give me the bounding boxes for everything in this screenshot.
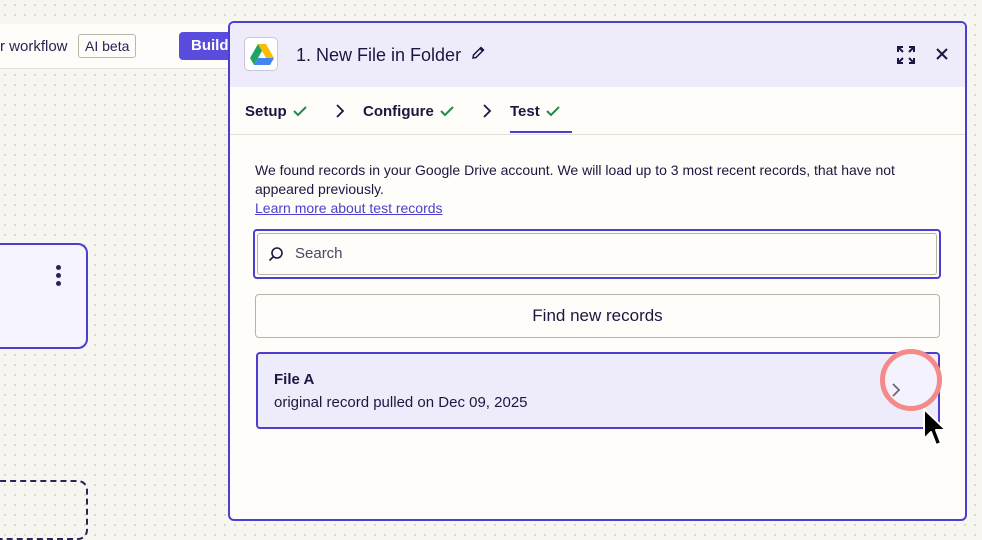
- test-description: We found records in your Google Drive ac…: [255, 162, 895, 197]
- active-tab-indicator: [510, 131, 572, 133]
- tab-test[interactable]: Test: [510, 103, 560, 120]
- expand-icon[interactable]: [896, 45, 916, 70]
- search-icon: [267, 246, 285, 269]
- chevron-right-icon: [336, 104, 345, 118]
- edit-title-pencil-icon[interactable]: [470, 45, 486, 66]
- search-placeholder: Search: [295, 245, 343, 262]
- step-title: 1. New File in Folder: [296, 45, 462, 65]
- workflow-step-card[interactable]: [0, 243, 88, 349]
- record-subtitle: original record pulled on Dec 09, 2025: [274, 394, 528, 411]
- record-name: File A: [274, 371, 315, 388]
- step-tabs: Setup Configure Test: [230, 87, 965, 135]
- tab-setup[interactable]: Setup: [245, 103, 307, 120]
- click-highlight-ring: [880, 349, 942, 411]
- mouse-pointer-icon: [923, 408, 947, 446]
- learn-more-link[interactable]: Learn more about test records: [255, 200, 443, 216]
- check-icon: [546, 106, 560, 117]
- check-icon: [440, 106, 454, 117]
- more-options-icon[interactable]: [56, 265, 62, 289]
- step-panel: 1. New File in Folder Setup Configure Te…: [228, 21, 967, 521]
- google-drive-icon: [244, 37, 278, 71]
- close-icon[interactable]: [933, 45, 951, 68]
- search-input[interactable]: Search: [253, 229, 941, 279]
- find-new-records-button[interactable]: Find new records: [255, 294, 940, 338]
- tab-label: Setup: [245, 103, 287, 120]
- test-content: We found records in your Google Drive ac…: [253, 161, 945, 429]
- tab-label: Test: [510, 103, 540, 120]
- check-icon: [292, 106, 307, 117]
- record-item[interactable]: File A original record pulled on Dec 09,…: [256, 352, 940, 429]
- tab-label: Configure: [363, 103, 434, 120]
- panel-header: 1. New File in Folder: [230, 23, 965, 87]
- editor-topbar: r workflow AI beta Build: [0, 24, 240, 69]
- chevron-right-icon: [483, 104, 492, 118]
- placeholder-step-card[interactable]: [0, 480, 88, 540]
- workflow-label: r workflow: [0, 38, 68, 55]
- ai-beta-badge[interactable]: AI beta: [78, 34, 137, 58]
- tab-configure[interactable]: Configure: [363, 103, 454, 120]
